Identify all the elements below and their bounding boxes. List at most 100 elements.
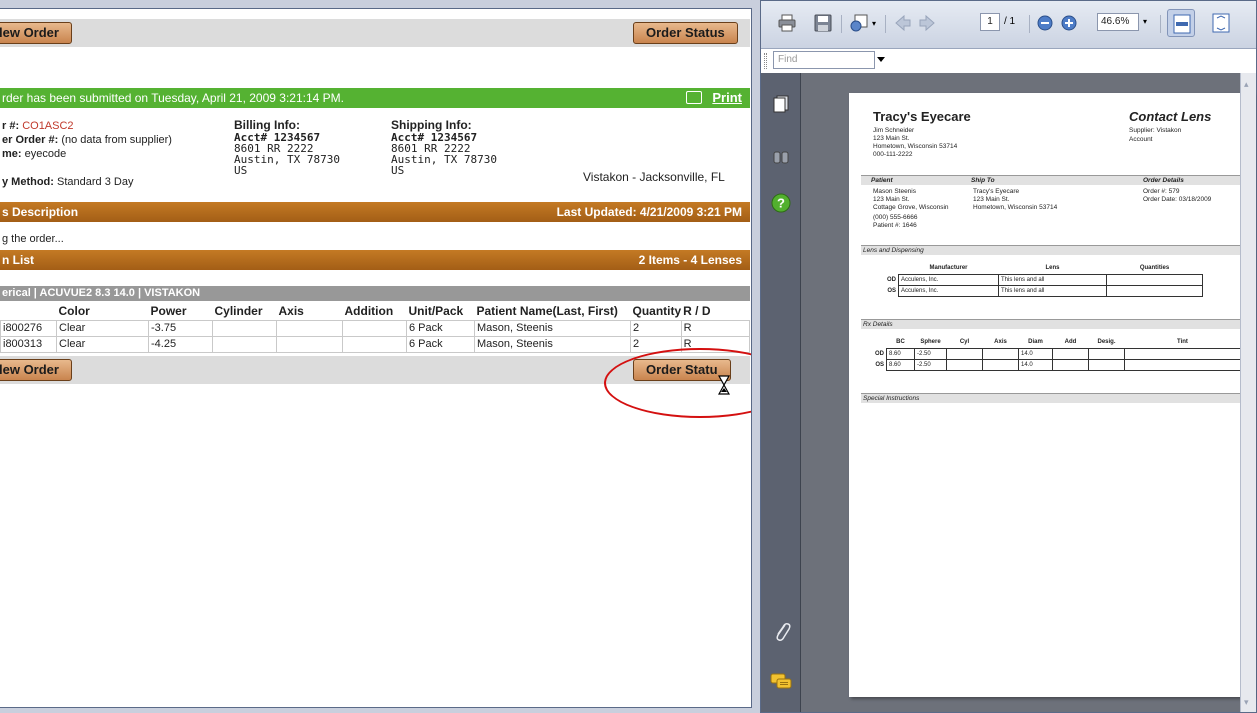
- name-value: eyecode: [24, 148, 67, 160]
- zoom-out-icon[interactable]: [1035, 13, 1055, 33]
- rx-cell-sphere: -2.50: [914, 347, 947, 360]
- billing-info: Billing Info: Acct# 1234567 8601 RR 2222…: [234, 119, 340, 177]
- fit-width-icon: [1173, 14, 1191, 34]
- supplier-order-value: (no data from supplier): [61, 134, 172, 146]
- email-icon[interactable]: [849, 13, 869, 33]
- print-icon[interactable]: [777, 13, 797, 33]
- ship-to-heading: Ship To: [971, 177, 995, 184]
- cell-rd: R: [680, 319, 751, 337]
- comments-icon[interactable]: [770, 673, 792, 691]
- rx-cell-bc: 8.60: [886, 358, 915, 371]
- lens-col-eye: [885, 263, 899, 274]
- next-page-icon[interactable]: [917, 13, 937, 33]
- find-dropdown-arrow-icon[interactable]: [877, 57, 885, 62]
- rx-col-axis: Axis: [982, 337, 1019, 349]
- col-header-power: Power: [150, 303, 187, 318]
- rx-cell-axis: [982, 358, 1019, 371]
- table-row: OD 8.60 -2.50 14.0: [873, 347, 1241, 360]
- item-summary: 2 Items - 4 Lenses: [638, 253, 742, 267]
- order-number-value: CO1ASC2: [22, 120, 74, 132]
- table-row: i800313 Clear -4.25 6 Pack Mason, Steeni…: [0, 335, 751, 353]
- zoom-in-icon[interactable]: [1059, 13, 1079, 33]
- new-order-label: lew Order: [0, 362, 59, 377]
- document-view[interactable]: Tracy's Eyecare Jim Schneider 123 Main S…: [801, 73, 1253, 712]
- rx-cell-add: [1052, 347, 1089, 360]
- lens-cell-eye: OD: [887, 276, 896, 283]
- table-row: i800276 Clear -3.75 6 Pack Mason, Steeni…: [0, 319, 751, 337]
- store-contact: Jim Schneider: [873, 127, 915, 134]
- lens-cell-manufacturer: Acculens, Inc.: [898, 284, 999, 297]
- page-total: / 1: [1004, 16, 1016, 27]
- rx-col-diam: Diam: [1018, 337, 1053, 349]
- lens-cell-quantities: [1106, 284, 1203, 297]
- status-description-title: s Description: [2, 205, 79, 219]
- patient-heading: Patient: [871, 177, 893, 184]
- fit-width-button[interactable]: [1167, 9, 1195, 37]
- pages-icon[interactable]: [773, 95, 789, 113]
- previous-page-icon[interactable]: [893, 13, 913, 33]
- rx-cell-tint: [1124, 358, 1241, 371]
- rx-cell-bc: 8.60: [886, 347, 915, 360]
- rx-col-bc: BC: [886, 337, 915, 349]
- rx-cell-eye: OD: [875, 350, 884, 357]
- save-icon[interactable]: [813, 13, 833, 33]
- confirmation-text: rder has been submitted on Tuesday, Apri…: [2, 91, 344, 105]
- scroll-down-icon[interactable]: ▾: [1244, 697, 1249, 708]
- email-dropdown-arrow-icon[interactable]: ▾: [872, 19, 876, 28]
- col-header-cylinder: Cylinder: [214, 303, 263, 318]
- cell-cylinder: [212, 335, 277, 353]
- scroll-up-icon[interactable]: ▴: [1244, 79, 1249, 90]
- find-toolbar-grip: [764, 53, 767, 69]
- confirmation-banner: rder has been submitted on Tuesday, Apri…: [0, 88, 750, 108]
- last-updated: Last Updated: 4/21/2009 3:21 PM: [556, 205, 742, 219]
- lens-cell-lens: This lens and all: [998, 284, 1107, 297]
- order-status-button-top[interactable]: Order Status: [633, 22, 738, 44]
- new-order-button-top[interactable]: lew Order: [0, 22, 72, 44]
- items-table-header: Color Power Cylinder Axis Addition Unit/…: [1, 302, 750, 320]
- fit-page-icon[interactable]: [1211, 13, 1231, 33]
- zoom-level-input[interactable]: 46.6%: [1097, 13, 1139, 31]
- lens-dispensing-strip: Lens and Dispensing: [861, 245, 1253, 255]
- ship-to-address-1: 123 Main St.: [973, 196, 1010, 203]
- item-list-title: n List: [2, 253, 34, 267]
- store-name: Tracy's Eyecare: [873, 109, 971, 124]
- new-order-button-bottom[interactable]: lew Order: [0, 359, 72, 381]
- rx-table: BC Sphere Cyl Axis Diam Add Desig. Tint …: [873, 337, 1241, 371]
- store-phone: 000-111-2222: [873, 151, 913, 158]
- find-input[interactable]: Find: [773, 51, 875, 69]
- delivery-method-line: y Method: Standard 3 Day: [2, 176, 133, 188]
- signatures-icon[interactable]: [773, 149, 789, 165]
- store-address-1: 123 Main St.: [873, 135, 910, 142]
- top-action-bar: lew Order Order Status: [0, 19, 750, 47]
- lens-cell-quantities: [1106, 273, 1203, 286]
- cell-axis: [276, 319, 343, 337]
- order-confirmation-frame: lew Order Order Status rder has been sub…: [0, 8, 752, 708]
- supplier-order-line: er Order #: (no data from supplier): [2, 134, 172, 146]
- lens-dispensing-heading: Lens and Dispensing: [863, 247, 924, 254]
- billing-country: US: [234, 164, 248, 177]
- page-number-input[interactable]: 1: [980, 13, 1000, 31]
- cell-power: -3.75: [148, 319, 213, 337]
- help-icon[interactable]: ?: [771, 193, 791, 213]
- zoom-dropdown-arrow-icon[interactable]: ▾: [1143, 17, 1147, 26]
- toolbar-separator: [841, 15, 842, 33]
- cell-patient-name: Mason, Steenis: [474, 335, 631, 353]
- svg-text:?: ?: [777, 196, 785, 211]
- lens-cell-eye: OS: [887, 287, 896, 294]
- rx-details-heading: Rx Details: [863, 321, 893, 328]
- rx-details-strip: Rx Details: [861, 319, 1253, 329]
- lens-cell-lens: This lens and all: [998, 273, 1107, 286]
- vertical-scrollbar[interactable]: ▴ ▾: [1240, 73, 1256, 712]
- rx-cell-desig: [1088, 347, 1125, 360]
- print-link[interactable]: Print: [712, 88, 742, 108]
- cell-power: -4.25: [148, 335, 213, 353]
- attachment-paperclip-icon[interactable]: [773, 621, 791, 643]
- rx-cell-desig: [1088, 358, 1125, 371]
- order-details-heading: Order Details: [1143, 177, 1184, 184]
- rx-cell-sphere: -2.50: [914, 358, 947, 371]
- special-instructions-heading: Special Instructions: [863, 395, 920, 402]
- printer-icon[interactable]: [686, 91, 702, 104]
- name-line: me: eyecode: [2, 148, 66, 160]
- col-header-rd: R / D: [683, 303, 711, 318]
- order-number-line: r #: CO1ASC2: [2, 120, 74, 132]
